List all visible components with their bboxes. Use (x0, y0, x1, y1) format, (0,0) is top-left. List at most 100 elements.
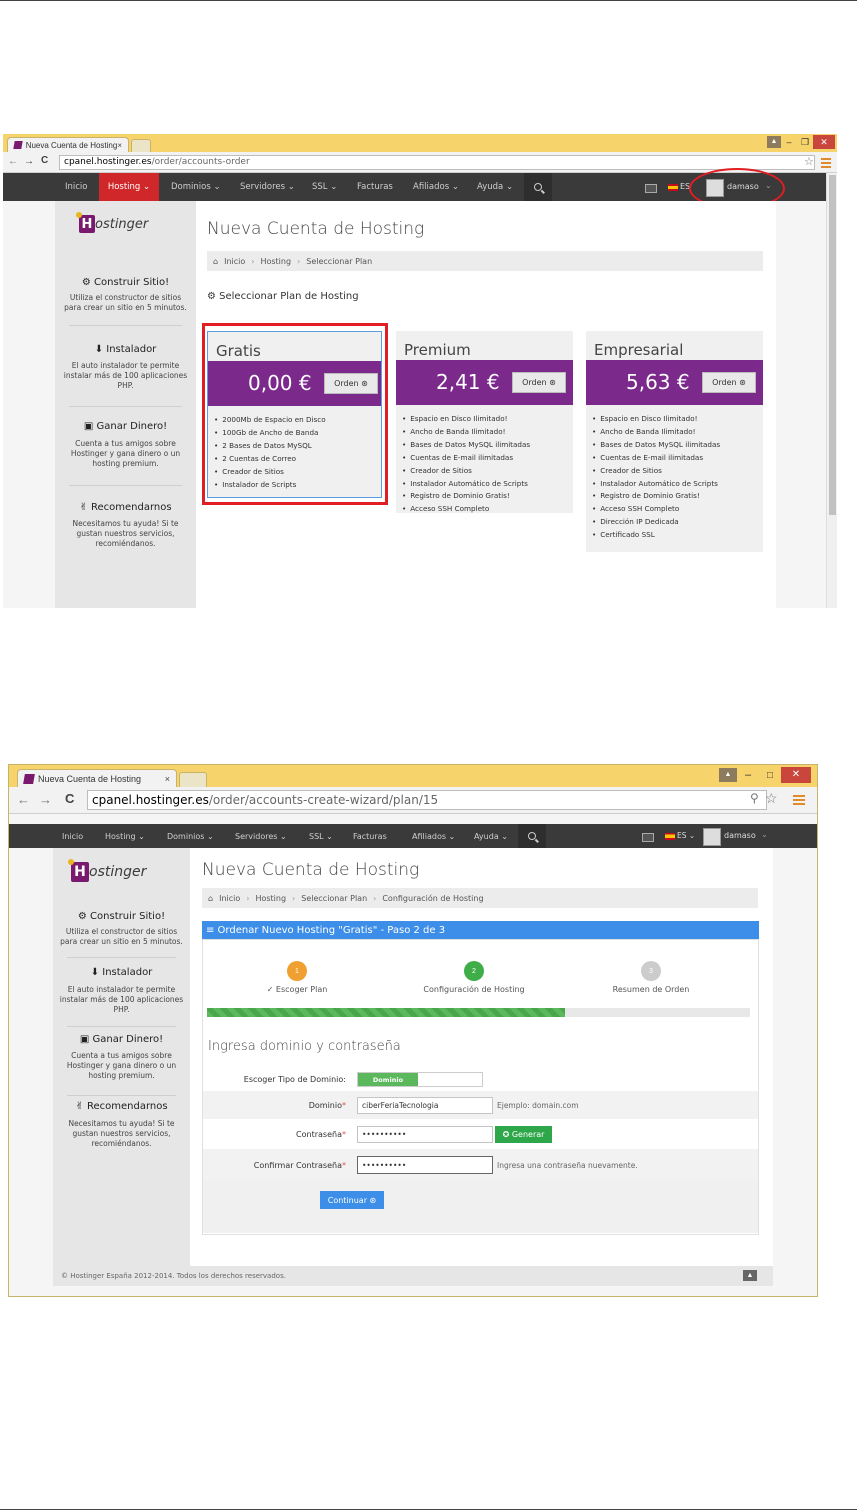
breadcrumb-hosting[interactable]: Hosting (260, 257, 291, 266)
new-tab-button[interactable] (179, 772, 207, 788)
nav-ssl[interactable]: SSL ⌄ (312, 173, 337, 201)
nav-dominios[interactable]: Dominios ⌄ (171, 173, 221, 201)
mail-icon[interactable] (645, 184, 657, 193)
order-button-premium[interactable]: Orden ⊛ (512, 372, 566, 393)
nav-afiliados[interactable]: Afiliados ⌄ (413, 173, 459, 201)
nav-facturas[interactable]: Facturas (357, 173, 393, 201)
forward-icon[interactable]: → (39, 792, 52, 807)
bookmark-star-icon[interactable]: ☆ (804, 155, 814, 168)
highlight-box-gratis (202, 323, 388, 505)
nav-search[interactable] (518, 824, 546, 848)
continue-button[interactable]: Continuar ⊛ (320, 1191, 384, 1209)
nav-dominios[interactable]: Dominios ⌄ (167, 824, 214, 848)
bookmark-star-icon[interactable]: ☆ (765, 790, 778, 807)
sidebar-recommend-title[interactable]: ✌ Recomendarnos (53, 1101, 190, 1112)
close-window-icon[interactable]: ✕ (781, 767, 811, 783)
nav-inicio[interactable]: Inicio (65, 173, 88, 201)
breadcrumb-plan[interactable]: Seleccionar Plan (301, 894, 367, 903)
scrollbar-thumb[interactable] (829, 175, 836, 515)
new-tab-button[interactable] (131, 139, 151, 153)
sidebar: H ostinger ⚙ Construir Sitio! Utiliza el… (53, 848, 190, 1266)
tab-close-icon[interactable]: × (165, 774, 170, 784)
sidebar-recommend-title[interactable]: ✌ Recomendarnos (55, 502, 196, 513)
wizard-panel: 1 ✓ Escoger Plan 2 Configuración de Host… (202, 939, 759, 1235)
sidebar-installer-title[interactable]: ⬇ Instalador (55, 344, 196, 355)
back-icon[interactable]: ← (17, 792, 30, 807)
breadcrumb-inicio[interactable]: Inicio (219, 894, 240, 903)
step-3-label: Resumen de Orden (612, 985, 690, 994)
sidebar-earn-title[interactable]: ▣ Ganar Dinero! (53, 1034, 190, 1045)
step-3-circle: 3 (641, 961, 661, 981)
user-chevron-icon[interactable]: ⌄ (761, 830, 768, 839)
browser-tab[interactable]: Nueva Cuenta de Hosting × (17, 769, 177, 787)
nav-ssl[interactable]: SSL ⌄ (309, 824, 333, 848)
profile-icon[interactable]: ▲ (767, 136, 781, 148)
back-icon[interactable]: ← (8, 156, 18, 167)
plan-price: 5,63 € (626, 370, 690, 394)
nav-servidores[interactable]: Servidores ⌄ (235, 824, 287, 848)
list-item: Acceso SSH Completo (592, 503, 759, 516)
minimize-icon[interactable]: – (737, 769, 759, 781)
page-title: Nueva Cuenta de Hosting (202, 860, 420, 880)
minimize-icon[interactable]: – (781, 137, 797, 147)
page-title: Nueva Cuenta de Hosting (207, 219, 425, 239)
forward-icon[interactable]: → (24, 156, 34, 167)
chrome-menu-icon[interactable] (821, 156, 831, 170)
domain-label: Dominio* (308, 1101, 346, 1110)
breadcrumb-hosting[interactable]: Hosting (255, 894, 286, 903)
top-rule (0, 0, 857, 1)
profile-icon[interactable]: ▲ (719, 768, 737, 782)
scrollbar[interactable] (826, 173, 837, 608)
row-domain: Dominio* ciberFeriaTecnologia Ejemplo: d… (203, 1091, 758, 1119)
language-selector[interactable]: ES ⌄ (677, 831, 695, 840)
sidebar-build-site-title[interactable]: ⚙ Construir Sitio! (55, 277, 196, 288)
sidebar-installer-title[interactable]: ⬇ Instalador (53, 967, 190, 978)
nav-afiliados[interactable]: Afiliados ⌄ (412, 824, 455, 848)
scroll-top-icon[interactable]: ▲ (743, 1270, 757, 1281)
generate-password-button[interactable]: ✪ Generar (495, 1126, 552, 1143)
home-icon: ⌂ (208, 893, 214, 903)
list-item: Instalador Automático de Scripts (402, 478, 569, 491)
list-item: Creador de Sitios (592, 465, 759, 478)
money-icon: ▣ (79, 1034, 93, 1045)
zoom-icon[interactable]: ⚲ (750, 791, 759, 805)
list-item: Instalador Automático de Scripts (592, 478, 759, 491)
domain-type-label: Escoger Tipo de Dominio: (243, 1075, 346, 1084)
nav-hosting[interactable]: Hosting ⌄ (105, 824, 145, 848)
list-item: Certificado SSL (592, 529, 759, 542)
domain-input[interactable]: ciberFeriaTecnologia (357, 1097, 493, 1114)
sidebar-earn-title[interactable]: ▣ Ganar Dinero! (55, 421, 196, 432)
nav-inicio[interactable]: Inicio (62, 824, 83, 848)
sidebar-build-site-title[interactable]: ⚙ Construir Sitio! (53, 911, 190, 922)
reload-icon[interactable]: C (65, 791, 74, 806)
browser-tab[interactable]: Nueva Cuenta de Hosting × (7, 137, 129, 152)
confirm-password-input[interactable]: •••••••••• (357, 1156, 493, 1174)
mail-icon[interactable] (642, 833, 654, 842)
restore-icon[interactable]: ❐ (797, 137, 813, 148)
nav-hosting[interactable]: Hosting ⌄ (99, 173, 159, 201)
download-icon: ⬇ (94, 344, 107, 355)
nav-ayuda[interactable]: Ayuda ⌄ (474, 824, 508, 848)
domain-type-toggle[interactable]: Dominio (357, 1072, 483, 1087)
breadcrumb-inicio[interactable]: Inicio (224, 257, 245, 266)
plan-card-premium: Premium 2,41 € Orden ⊛ Espacio en Disco … (396, 331, 573, 513)
sidebar-recommend-text: Necesitamos tu ayuda! Si te gustan nuest… (68, 1119, 175, 1149)
reload-icon[interactable]: C (41, 155, 48, 166)
password-input[interactable]: •••••••••• (357, 1126, 493, 1143)
order-button-empresarial[interactable]: Orden ⊛ (702, 372, 756, 393)
close-window-icon[interactable]: ✕ (813, 135, 835, 149)
chrome-menu-icon[interactable] (793, 793, 805, 807)
nav-servidores[interactable]: Servidores ⌄ (240, 173, 295, 201)
tab-close-icon[interactable]: × (117, 141, 122, 150)
url-field[interactable]: cpanel.hostinger.es/order/accounts-order (59, 155, 815, 170)
nav-facturas[interactable]: Facturas (353, 824, 387, 848)
nav-ayuda[interactable]: Ayuda ⌄ (477, 173, 513, 201)
plan-price-band: 2,41 € Orden ⊛ (396, 360, 573, 405)
screenshot-hosting-config: Nueva Cuenta de Hosting × ▲ – □ ✕ ← → C … (8, 764, 818, 1297)
user-menu[interactable]: damaso (724, 831, 756, 840)
thumbs-up-icon: ✌ (79, 502, 91, 513)
nav-search[interactable] (524, 173, 552, 201)
restore-icon[interactable]: □ (759, 770, 781, 781)
url-field[interactable]: cpanel.hostinger.es/order/accounts-creat… (87, 790, 767, 810)
divider (69, 325, 182, 326)
